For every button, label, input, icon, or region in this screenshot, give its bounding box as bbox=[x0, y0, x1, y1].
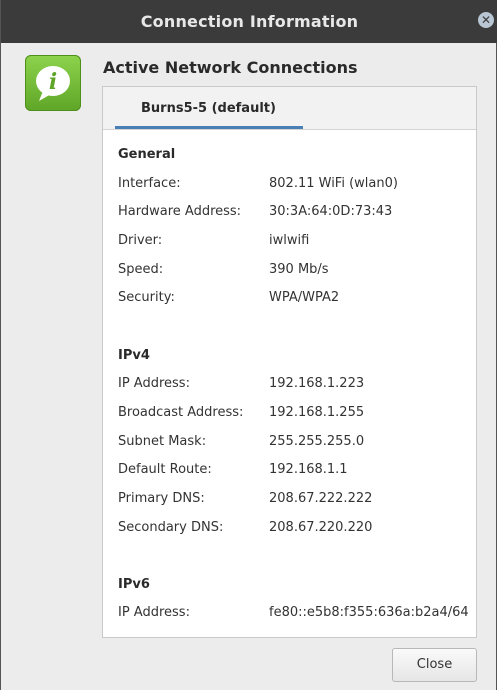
subnet-mask-value: 255.255.255.0 bbox=[269, 434, 365, 449]
section-ipv6-title: IPv6 bbox=[118, 577, 150, 592]
close-icon[interactable]: ✕ bbox=[478, 12, 494, 28]
connection-info-dialog: Connection Information ✕ i Active Networ… bbox=[0, 0, 497, 690]
ipv4-address-value: 192.168.1.223 bbox=[269, 376, 365, 391]
security-value: WPA/WPA2 bbox=[269, 290, 340, 305]
tab-bar: Burns5-5 (default) bbox=[103, 87, 476, 130]
tab-label: Burns5-5 (default) bbox=[141, 101, 276, 116]
close-button[interactable]: Close bbox=[392, 648, 477, 682]
subnet-mask-label: Subnet Mask: bbox=[118, 434, 207, 449]
secondary-dns-value: 208.67.220.220 bbox=[269, 520, 373, 535]
section-ipv4-title: IPv4 bbox=[118, 348, 150, 363]
interface-value: 802.11 WiFi (wlan0) bbox=[269, 176, 398, 191]
driver-value: iwlwifi bbox=[269, 233, 310, 248]
security-label: Security: bbox=[118, 290, 175, 305]
section-general-title: General bbox=[118, 147, 176, 162]
ipv6-address-label: IP Address: bbox=[118, 605, 190, 620]
window-title: Connection Information bbox=[140, 12, 359, 31]
interface-label: Interface: bbox=[118, 176, 181, 191]
speed-label: Speed: bbox=[118, 262, 164, 277]
secondary-dns-label: Secondary DNS: bbox=[118, 520, 224, 535]
default-route-label: Default Route: bbox=[118, 462, 212, 477]
driver-label: Driver: bbox=[118, 233, 163, 248]
page-title: Active Network Connections bbox=[103, 58, 358, 77]
hardware-address-value: 30:3A:64:0D:73:43 bbox=[269, 204, 393, 219]
default-route-value: 192.168.1.1 bbox=[269, 462, 348, 477]
primary-dns-label: Primary DNS: bbox=[118, 491, 205, 506]
ipv6-address-value: fe80::e5b8:f355:636a:b2a4/64 bbox=[269, 605, 469, 620]
broadcast-address-value: 192.168.1.255 bbox=[269, 405, 365, 420]
broadcast-address-label: Broadcast Address: bbox=[118, 405, 244, 420]
speed-value: 390 Mb/s bbox=[269, 262, 329, 277]
primary-dns-value: 208.67.222.222 bbox=[269, 491, 373, 506]
title-bar: Connection Information ✕ bbox=[1, 0, 497, 43]
info-icon: i bbox=[25, 55, 81, 111]
ipv4-address-label: IP Address: bbox=[118, 376, 190, 391]
svg-text:i: i bbox=[49, 69, 57, 95]
hardware-address-label: Hardware Address: bbox=[118, 204, 242, 219]
connection-details-panel: Burns5-5 (default) General Interface: 80… bbox=[102, 86, 477, 638]
tab-burns5-5[interactable]: Burns5-5 (default) bbox=[115, 87, 303, 129]
